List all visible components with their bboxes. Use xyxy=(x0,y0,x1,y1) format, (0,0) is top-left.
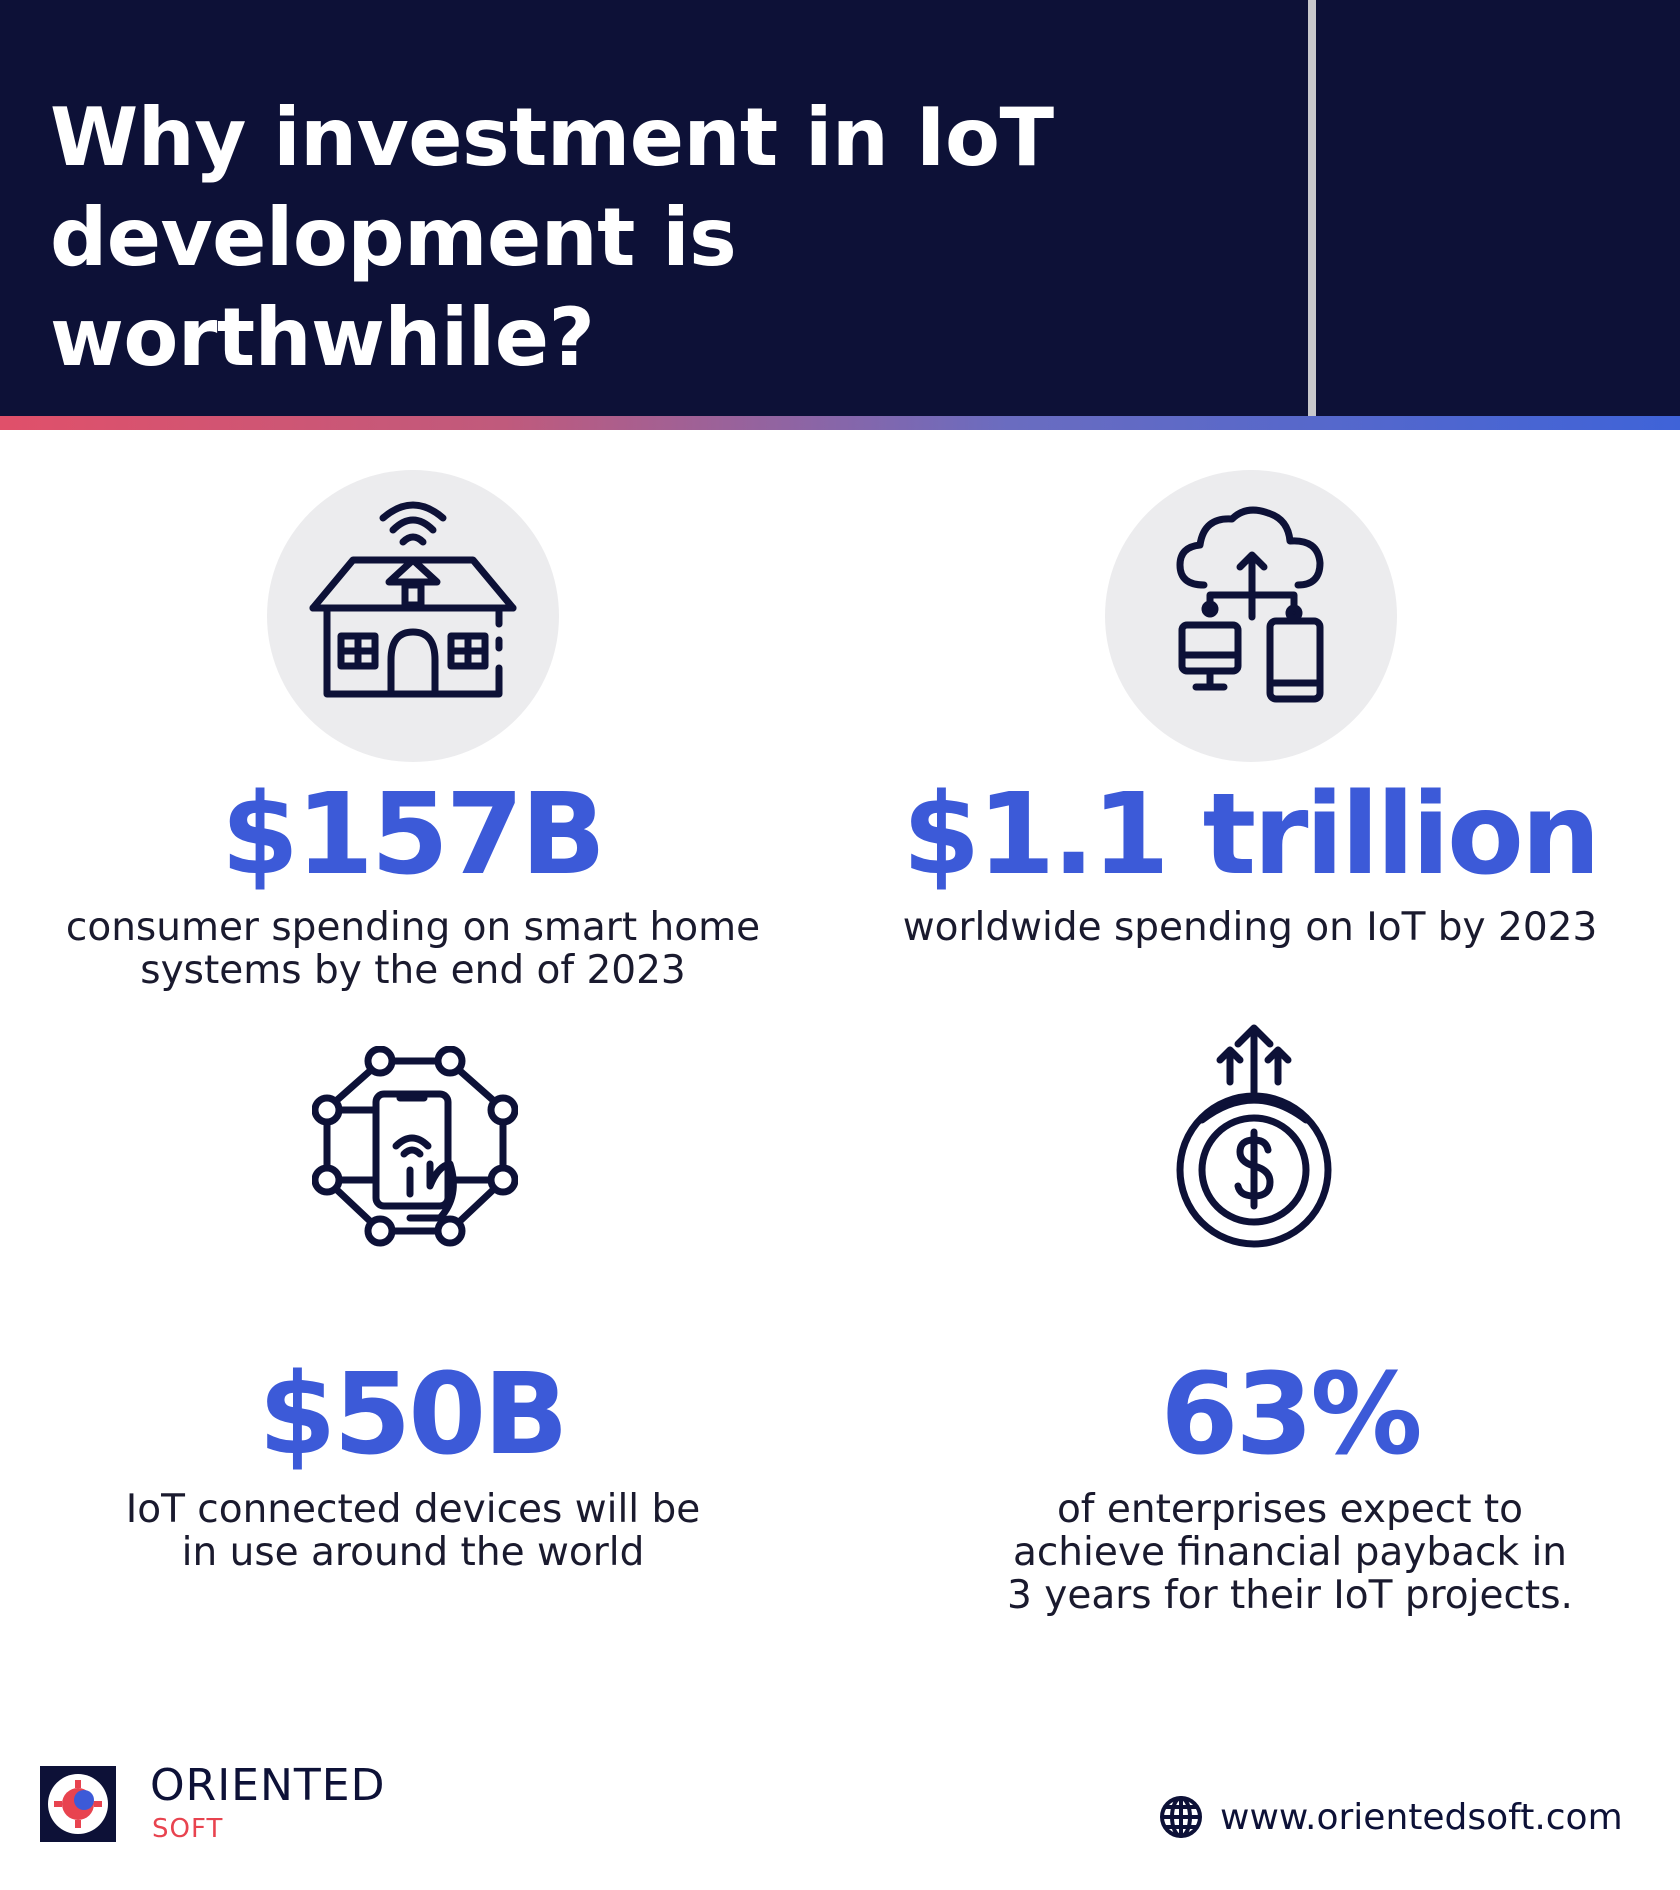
stat-value-smart-home: $157B xyxy=(220,770,606,900)
desc-line: achieve financial payback in xyxy=(1012,1530,1568,1575)
desc-line: worldwide spending on IoT by 2023 xyxy=(902,905,1598,950)
desc-line: systems by the end of 2023 xyxy=(140,948,686,993)
cloud-devices-icon xyxy=(1176,506,1324,703)
desc-line: consumer spending on smart home xyxy=(65,905,761,950)
smartphone-network-icon xyxy=(312,1046,518,1247)
desc-line: of enterprises expect to xyxy=(1056,1487,1524,1532)
stat-value-enterprise-payback: 63% xyxy=(1160,1350,1422,1480)
desc-line: 3 years for their IoT projects. xyxy=(1007,1573,1573,1618)
money-growth-icon xyxy=(1176,1024,1332,1248)
stat-value-connected-devices: $50B xyxy=(258,1350,568,1480)
page-title: Why investment in IoT development is wor… xyxy=(50,88,1300,388)
brand-logo xyxy=(40,1766,116,1842)
brand-subname: SOFT xyxy=(152,1814,224,1844)
website-link[interactable]: www.orientedsoft.com xyxy=(1158,1792,1623,1842)
gradient-accent-bar xyxy=(0,416,1680,430)
header-divider xyxy=(1308,0,1316,418)
gear-icon xyxy=(48,1774,108,1834)
title-line-1: Why investment in IoT xyxy=(50,91,1054,184)
desc-line: in use around the world xyxy=(181,1530,645,1575)
stat-desc-worldwide-iot: worldwide spending on IoT by 2023 xyxy=(860,906,1640,949)
desc-line: IoT connected devices will be xyxy=(125,1487,701,1532)
website-url[interactable]: www.orientedsoft.com xyxy=(1220,1797,1623,1838)
stat-value-worldwide-iot: $1.1 trillion xyxy=(902,770,1600,900)
brand-name: ORIENTED xyxy=(150,1760,386,1811)
stat-desc-enterprise-payback: of enterprises expect to achieve financi… xyxy=(940,1488,1640,1617)
stat-desc-smart-home: consumer spending on smart home systems … xyxy=(20,906,806,992)
stat-desc-connected-devices: IoT connected devices will be in use aro… xyxy=(70,1488,756,1574)
header-banner: Why investment in IoT development is wor… xyxy=(0,0,1680,420)
title-line-2: development is worthwhile? xyxy=(50,191,737,384)
smart-home-icon xyxy=(309,501,517,698)
globe-icon xyxy=(1160,1796,1202,1838)
